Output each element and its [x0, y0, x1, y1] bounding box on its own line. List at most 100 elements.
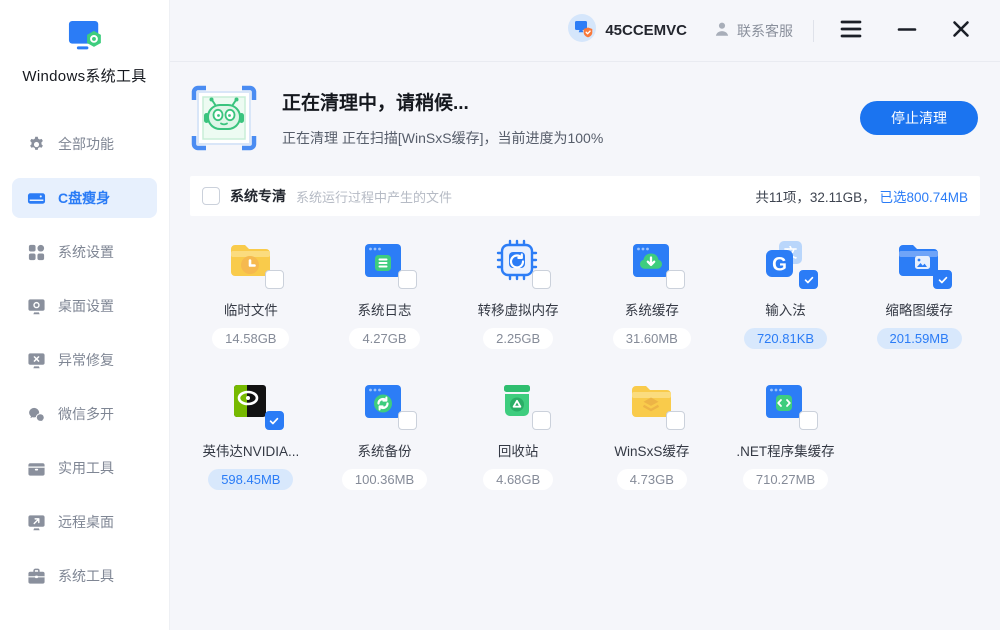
stats-total: 共11项，32.11GB，: [755, 190, 879, 205]
sidebar-item-8[interactable]: 系统工具: [12, 556, 157, 596]
close-icon: [950, 18, 972, 43]
monitor-hexagon-logo: [65, 41, 105, 58]
item-checkbox[interactable]: [799, 411, 818, 430]
account-shield-badge: [567, 13, 597, 48]
logo-area: Windows系统工具: [0, 0, 169, 86]
sidebar-item-1[interactable]: C盘瘦身: [12, 178, 157, 218]
minimize-icon: [896, 18, 918, 43]
item-size-badge: 4.73GB: [617, 469, 687, 490]
item-size-badge: 4.27GB: [349, 328, 419, 349]
item-size-badge: 201.59MB: [877, 328, 962, 349]
briefcase-icon: [27, 567, 46, 586]
item-label: 输入法: [765, 299, 806, 319]
grid-icon: [27, 243, 46, 262]
cleaner-item-3[interactable]: 系统缓存 31.60MB: [585, 236, 719, 349]
repair-icon: [27, 351, 46, 370]
cleaner-item-4[interactable]: 文G 输入法 720.81KB: [719, 236, 853, 349]
cleaner-item-5[interactable]: 缩略图缓存 201.59MB: [852, 236, 986, 349]
sidebar-item-label: 系统工具: [58, 566, 114, 586]
cleaner-grid: 临时文件14.58GB系统日志4.27GB转移虚拟内存2.25GB 系统缓存 31.…: [184, 216, 986, 490]
chip-refresh-icon: [493, 236, 543, 284]
sidebar-item-5[interactable]: 微信多开: [12, 394, 157, 434]
remote-desktop-icon: [27, 513, 46, 532]
cleaner-item-7[interactable]: 系统备份 100.36MB: [318, 377, 452, 490]
sidebar-item-0[interactable]: 全部功能: [12, 124, 157, 164]
recycle-bin-icon: [493, 377, 543, 425]
section-stats: 共11项，32.11GB， 已选800.74MB: [755, 186, 968, 206]
cleaner-item-10[interactable]: .NET程序集缓存710.27MB: [719, 377, 853, 490]
item-checkbox[interactable]: [532, 270, 551, 289]
section-checkbox[interactable]: [202, 187, 220, 205]
item-label: 系统备份: [357, 440, 411, 460]
item-checkbox[interactable]: [666, 411, 685, 430]
app-title: Windows系统工具: [0, 65, 169, 86]
account-id: 45CCEMVC: [605, 22, 687, 39]
sidebar-item-label: 异常修复: [58, 350, 114, 370]
sidebar-item-6[interactable]: 实用工具: [12, 448, 157, 488]
item-checkbox[interactable]: [933, 270, 952, 289]
item-size-badge: 31.60MB: [613, 328, 691, 349]
wechat-icon: [27, 405, 46, 424]
cleaner-item-6[interactable]: 英伟达NVIDIA... 598.45MB: [184, 377, 318, 490]
item-label: 缩略图缓存: [885, 299, 953, 319]
toolbox-icon: [27, 459, 46, 478]
item-checkbox[interactable]: [398, 411, 417, 430]
section-title: 系统专清: [230, 186, 286, 206]
menu-button[interactable]: [834, 13, 868, 48]
folder-layers-icon: [627, 377, 677, 425]
gear-icon: [27, 135, 46, 154]
item-size-badge: 14.58GB: [212, 328, 289, 349]
status-text: 正在清理中，请稍候... 正在清理 正在扫描[WinSxS缓存]，当前进度为10…: [282, 88, 860, 148]
folder-clock-icon: [226, 236, 276, 284]
item-checkbox[interactable]: [799, 270, 818, 289]
item-size-badge: 710.27MB: [743, 469, 828, 490]
hamburger-icon: [838, 17, 864, 44]
cleaner-item-8[interactable]: 回收站4.68GB: [451, 377, 585, 490]
item-checkbox[interactable]: [265, 270, 284, 289]
input-method-icon: 文G: [760, 236, 810, 284]
desktop-gear-icon: [27, 297, 46, 316]
contact-support-label: 联系客服: [737, 21, 793, 41]
item-label: 英伟达NVIDIA...: [202, 440, 299, 460]
minimize-button[interactable]: [892, 14, 922, 47]
item-checkbox[interactable]: [398, 270, 417, 289]
item-checkbox[interactable]: [532, 411, 551, 430]
robot-scan-icon: [190, 84, 258, 152]
sidebar-item-label: 实用工具: [58, 458, 114, 478]
folder-image-icon: [894, 236, 944, 284]
stats-selected[interactable]: 已选800.74MB: [879, 190, 968, 205]
item-label: WinSxS缓存: [614, 440, 689, 460]
topbar-divider: [813, 20, 814, 42]
sidebar-item-label: C盘瘦身: [58, 188, 110, 208]
item-size-badge: 598.45MB: [208, 469, 293, 490]
main-area: 45CCEMVC 联系客服: [170, 0, 1000, 630]
sidebar-item-7[interactable]: 远程桌面: [12, 502, 157, 542]
status-title: 正在清理中，请稍候...: [282, 88, 860, 115]
item-checkbox[interactable]: [265, 411, 284, 430]
section-bar: 系统专清 系统运行过程中产生的文件 共11项，32.11GB， 已选800.74…: [190, 176, 980, 216]
item-label: 系统缓存: [625, 299, 679, 319]
person-icon: [713, 20, 731, 41]
cleaner-item-2[interactable]: 转移虚拟内存2.25GB: [451, 236, 585, 349]
sidebar-item-4[interactable]: 异常修复: [12, 340, 157, 380]
close-button[interactable]: [946, 14, 976, 47]
item-checkbox[interactable]: [666, 270, 685, 289]
cleaner-item-1[interactable]: 系统日志4.27GB: [318, 236, 452, 349]
sidebar-item-label: 全部功能: [58, 134, 114, 154]
item-size-badge: 720.81KB: [744, 328, 827, 349]
cleaner-item-0[interactable]: 临时文件14.58GB: [184, 236, 318, 349]
sidebar-item-label: 桌面设置: [58, 296, 114, 316]
contact-support-button[interactable]: 联系客服: [713, 20, 793, 41]
item-size-badge: 100.36MB: [342, 469, 427, 490]
sidebar-item-3[interactable]: 桌面设置: [12, 286, 157, 326]
svg-text:G: G: [773, 255, 788, 276]
item-label: 回收站: [498, 440, 539, 460]
sidebar: Windows系统工具 全部功能 C盘瘦身系统设置桌面设置异常修复微信多开实用工具…: [0, 0, 170, 630]
sidebar-item-label: 系统设置: [58, 242, 114, 262]
stop-cleaning-button[interactable]: 停止清理: [860, 101, 978, 135]
account[interactable]: 45CCEMVC: [567, 13, 687, 48]
topbar: 45CCEMVC 联系客服: [170, 0, 1000, 62]
section-description: 系统运行过程中产生的文件: [296, 187, 452, 206]
sidebar-item-2[interactable]: 系统设置: [12, 232, 157, 272]
cleaner-item-9[interactable]: WinSxS缓存 4.73GB: [585, 377, 719, 490]
